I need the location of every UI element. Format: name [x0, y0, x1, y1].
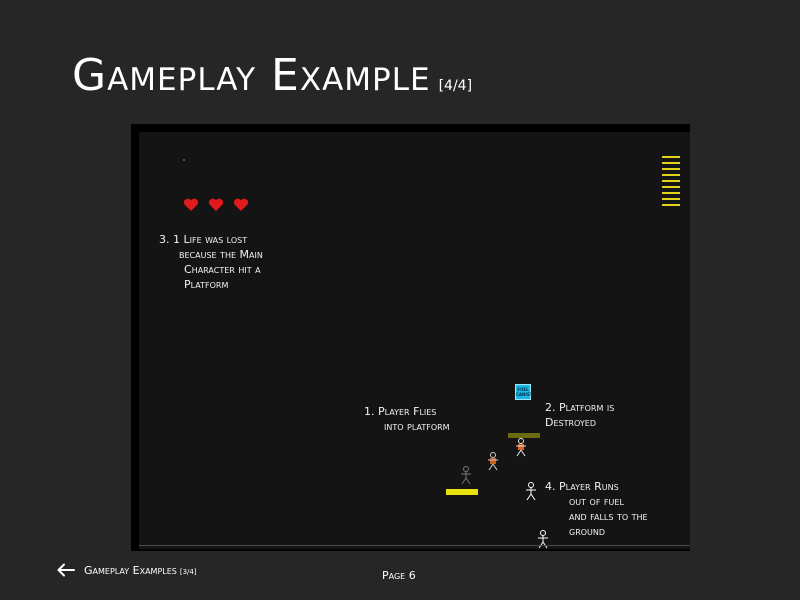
annotation-line: Platform [184, 278, 229, 291]
player-ghost-sprite [461, 466, 471, 485]
fuel-bar [662, 162, 680, 164]
gameplay-screenshot: 3. 1 Life was lost because the Main Char… [131, 124, 690, 551]
player-falling-sprite [526, 482, 536, 501]
annotation-life-lost: 3. 1 Life was lost because the Main Char… [159, 232, 263, 292]
annotation-player-flies: 1. Player Flies into platform [364, 404, 450, 434]
annotation-line: because the Main [179, 248, 263, 261]
annotation-line: 4. Player Runs [545, 480, 619, 493]
fuel-bar [662, 180, 680, 182]
fuel-bar [662, 186, 680, 188]
player-jetpack-sprite [488, 452, 498, 471]
fuel-gauge [662, 156, 680, 210]
back-link-suffix: [3/4] [179, 567, 197, 576]
heart-icon [183, 198, 199, 211]
fuel-can-label: FUEL CANIST [516, 387, 533, 397]
lives-hearts [183, 198, 249, 212]
star-dot [183, 159, 185, 161]
player-jetpack-sprite [516, 438, 526, 457]
slide-title-text: Gameplay Example [72, 50, 431, 101]
fuel-bar [662, 168, 680, 170]
fuel-bar [662, 174, 680, 176]
back-link-text: Gameplay Examples [84, 563, 177, 577]
arrow-left-icon [57, 563, 75, 577]
player-ground-sprite [538, 530, 548, 549]
annotation-line: Character hit a [184, 263, 261, 276]
heart-icon [233, 198, 249, 211]
annotation-line: 1. Player Flies [364, 405, 437, 418]
fuel-bar [662, 198, 680, 200]
annotation-line: out of fuel [569, 495, 624, 508]
slide-title-suffix: [4/4] [438, 78, 473, 94]
annotation-line: and falls to the [569, 510, 648, 523]
game-screen: 3. 1 Life was lost because the Main Char… [139, 132, 690, 549]
annotation-line: into platform [384, 420, 450, 433]
annotation-line: Destroyed [545, 416, 597, 429]
annotation-out-of-fuel: 4. Player Runs out of fuel and falls to … [545, 479, 648, 539]
annotation-platform-destroyed: 2. Platform is Destroyed [545, 400, 614, 430]
page-number: Page 6 [382, 569, 416, 582]
slide-title: Gameplay Example [4/4] [72, 50, 472, 101]
fuel-bar [662, 156, 680, 158]
fuel-bar [662, 192, 680, 194]
annotation-line: 3. 1 Life was lost [159, 233, 248, 246]
heart-icon [208, 198, 224, 211]
annotation-line: 2. Platform is [545, 401, 615, 414]
back-link-label: Gameplay Examples [3/4] [84, 564, 197, 577]
platform [446, 489, 478, 495]
fuel-canister: FUEL CANIST [515, 384, 533, 400]
back-link[interactable]: Gameplay Examples [3/4] [56, 563, 197, 577]
annotation-line: ground [569, 525, 606, 538]
fuel-bar [662, 204, 680, 206]
ground-line [139, 545, 690, 546]
